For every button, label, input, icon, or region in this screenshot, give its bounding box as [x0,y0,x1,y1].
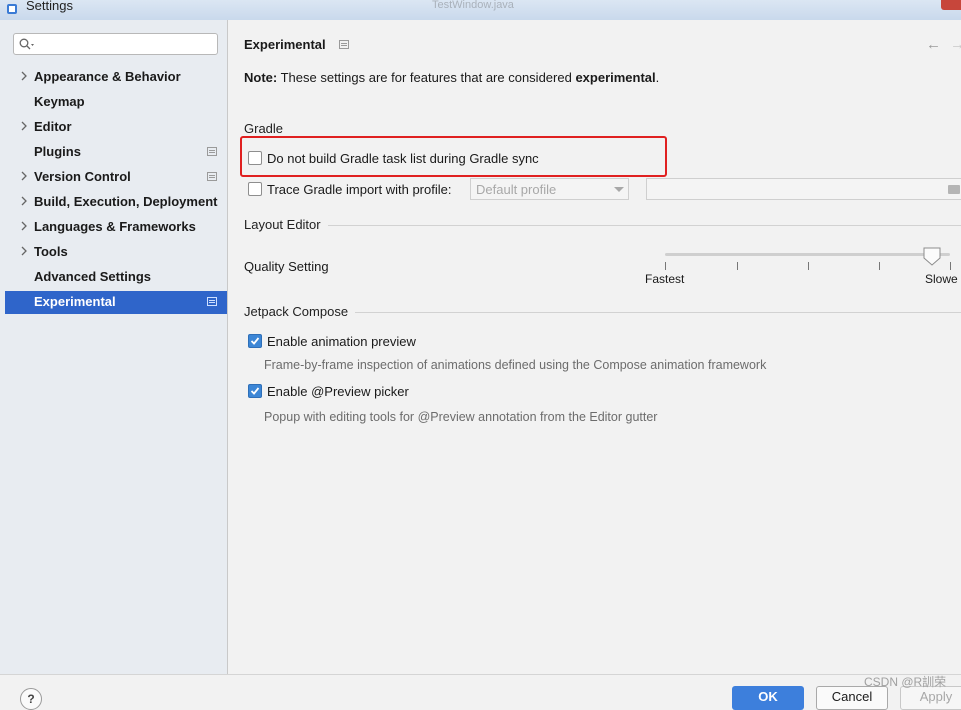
slider-max-label: Slowe [925,272,958,286]
experimental-note: Note: These settings are for features th… [244,70,659,85]
sidebar-item-version-control[interactable]: Version Control [5,166,227,191]
ok-button[interactable]: OK [732,686,804,710]
trace-gradle-checkbox[interactable] [248,182,262,196]
chevron-right-icon[interactable] [18,220,30,232]
sidebar-item-advanced-settings[interactable]: Advanced Settings [5,266,227,291]
chevron-right-icon[interactable] [18,120,30,132]
sidebar-item-experimental[interactable]: Experimental [5,291,227,314]
title-bar: Settings TestWindow.java [0,0,961,20]
forward-arrow-icon[interactable]: → [950,36,961,53]
sidebar-item-label: Plugins [34,144,81,159]
page-title: Experimental [244,37,326,52]
quality-slider-thumb[interactable] [923,247,941,267]
layout-editor-section-title: Layout Editor [244,217,321,232]
sidebar-item-editor[interactable]: Editor [5,116,227,141]
quality-slider-track[interactable] [665,253,950,256]
animation-preview-checkbox[interactable] [248,334,262,348]
sidebar-item-appearance-behavior[interactable]: Appearance & Behavior [5,66,227,91]
preview-picker-description: Popup with editing tools for @Preview an… [264,410,658,424]
folder-icon[interactable] [948,185,960,194]
window-title: Settings [26,0,73,13]
profile-select[interactable]: Default profile [470,178,629,200]
slider-min-label: Fastest [645,272,685,286]
no-task-list-checkbox[interactable] [248,151,262,165]
compose-section-title: Jetpack Compose [244,304,349,319]
background-window-text: TestWindow.java [432,0,514,11]
sidebar-item-label: Editor [34,119,72,134]
slider-tick [808,262,809,270]
sidebar-item-label: Version Control [34,169,131,184]
section-divider [328,225,961,226]
preview-picker-label[interactable]: Enable @Preview picker [267,384,409,399]
help-button[interactable]: ? [20,688,42,710]
chevron-right-icon[interactable] [18,70,30,82]
sidebar-item-label: Keymap [34,94,85,109]
chevron-down-icon [614,187,624,192]
project-scope-icon [207,172,217,181]
gradle-section-title: Gradle [244,121,284,136]
sidebar-item-label: Experimental [34,294,116,309]
sidebar-item-label: Tools [34,244,68,259]
note-prefix: Note: [244,70,278,85]
slider-tick [879,262,880,270]
settings-app-icon [7,4,17,14]
back-arrow-icon[interactable]: ← [926,36,941,53]
slider-tick [665,262,666,270]
close-window-button[interactable] [941,0,961,10]
project-scope-icon [207,147,217,156]
profile-select-value: Default profile [476,182,557,197]
sidebar-item-tools[interactable]: Tools [5,241,227,266]
profile-path-field[interactable] [646,178,961,200]
settings-content-panel: Experimental ← → Note: These settings ar… [228,20,961,680]
trace-gradle-label[interactable]: Trace Gradle import with profile: [267,182,451,197]
sidebar-item-plugins[interactable]: Plugins [5,141,227,166]
slider-tick [737,262,738,270]
settings-nav-tree: Appearance & Behavior Keymap Editor Plugins… [5,66,227,314]
sidebar-item-label: Languages & Frameworks [34,219,196,234]
section-divider [355,312,961,313]
slider-tick [950,262,951,270]
quality-setting-label: Quality Setting [244,259,329,274]
note-suffix: . [655,70,660,85]
sidebar-item-build-execution-deployment[interactable]: Build, Execution, Deployment [5,191,227,216]
settings-sidebar: Appearance & Behavior Keymap Editor Plugins… [0,20,228,680]
project-scope-icon [207,297,217,306]
chevron-right-icon[interactable] [18,170,30,182]
note-bold: experimental [575,70,656,85]
chevron-right-icon[interactable] [18,195,30,207]
sidebar-item-label: Advanced Settings [34,269,152,284]
project-scope-icon [339,40,349,49]
animation-preview-label[interactable]: Enable animation preview [267,334,416,349]
sidebar-item-keymap[interactable]: Keymap [5,91,227,116]
sidebar-item-languages-frameworks[interactable]: Languages & Frameworks [5,216,227,241]
animation-preview-description: Frame-by-frame inspection of animations … [264,358,767,372]
search-icon [19,38,34,50]
no-task-list-label[interactable]: Do not build Gradle task list during Gra… [267,151,539,166]
watermark: CSDN @R訓荣 [864,675,947,689]
note-text: These settings are for features that are… [277,70,576,85]
chevron-right-icon[interactable] [18,245,30,257]
settings-search-input[interactable] [13,33,218,55]
preview-picker-checkbox[interactable] [248,384,262,398]
sidebar-item-label: Appearance & Behavior [34,69,181,84]
sidebar-item-label: Build, Execution, Deployment [34,194,218,209]
